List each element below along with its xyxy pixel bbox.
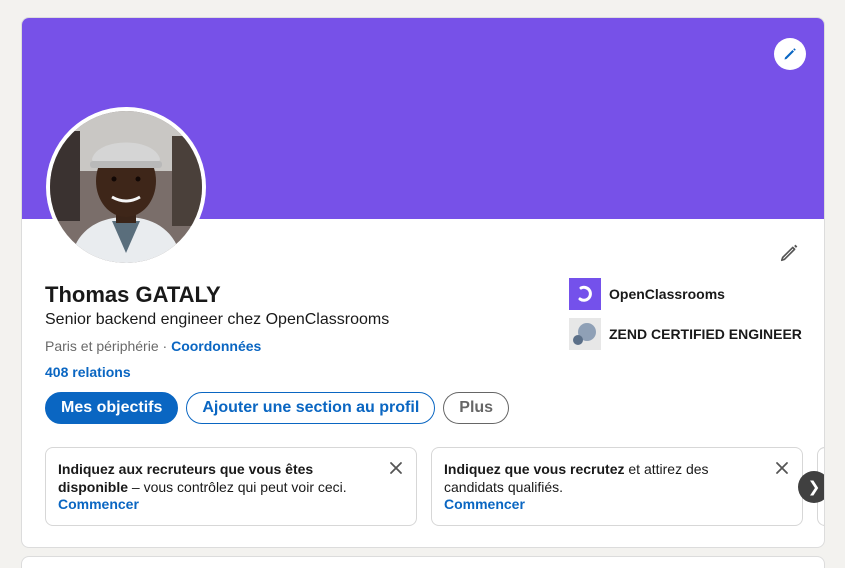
- add-section-button[interactable]: Ajouter une section au profil: [186, 392, 436, 424]
- start-link[interactable]: Commencer: [444, 496, 790, 513]
- next-section-card: [21, 556, 825, 568]
- dismiss-button[interactable]: [774, 460, 790, 476]
- recommendation-title: Indiquez que vous recrutez: [444, 461, 625, 477]
- more-button[interactable]: Plus: [443, 392, 510, 424]
- profile-headline: Senior backend engineer chez OpenClassro…: [45, 311, 390, 328]
- profile-card: Thomas GATALY Senior backend engineer ch…: [21, 17, 825, 548]
- profile-photo[interactable]: [46, 107, 206, 267]
- company-name: OpenClassrooms: [609, 286, 725, 302]
- carousel-next-button[interactable]: ❯: [798, 471, 824, 503]
- experience-summary: OpenClassrooms ZEND CERTIFIED ENGINEER: [569, 278, 802, 358]
- start-link[interactable]: Commencer: [58, 496, 404, 513]
- pencil-icon: [780, 244, 798, 262]
- edit-cover-button[interactable]: [774, 38, 806, 70]
- company-openclassrooms[interactable]: OpenClassrooms: [569, 278, 802, 310]
- profile-name: Thomas GATALY: [45, 282, 221, 307]
- pencil-icon: [784, 48, 796, 60]
- dismiss-button[interactable]: [388, 460, 404, 476]
- company-zend[interactable]: ZEND CERTIFIED ENGINEER: [569, 318, 802, 350]
- chevron-right-icon: ❯: [807, 479, 821, 496]
- separator: ·: [158, 338, 172, 354]
- zend-logo: [569, 318, 601, 350]
- close-icon: [390, 462, 402, 474]
- recommendation-card-open-to-work: Indiquez aux recruteurs que vous êtes di…: [45, 447, 417, 526]
- location-text: Paris et périphérie: [45, 338, 159, 354]
- connections-link[interactable]: 408 relations: [45, 364, 131, 380]
- edit-intro-button[interactable]: [778, 240, 802, 264]
- recommendation-card-hiring: Indiquez que vous recrutez et attirez de…: [431, 447, 803, 526]
- location-line: Paris et périphérie · Coordonnées: [45, 338, 261, 354]
- recommendation-text: Indiquez que vous recrutez et attirez de…: [444, 460, 762, 496]
- goals-button[interactable]: Mes objectifs: [45, 392, 179, 424]
- recommendation-text: Indiquez aux recruteurs que vous êtes di…: [58, 460, 376, 496]
- avatar: [50, 111, 202, 263]
- close-icon: [776, 462, 788, 474]
- contact-info-link[interactable]: Coordonnées: [171, 338, 261, 354]
- company-name: ZEND CERTIFIED ENGINEER: [609, 326, 802, 342]
- profile-actions: Mes objectifs Ajouter une section au pro…: [45, 392, 510, 424]
- recommendation-body: – vous contrôlez qui peut voir ceci.: [128, 479, 347, 495]
- openclassrooms-logo: [569, 278, 601, 310]
